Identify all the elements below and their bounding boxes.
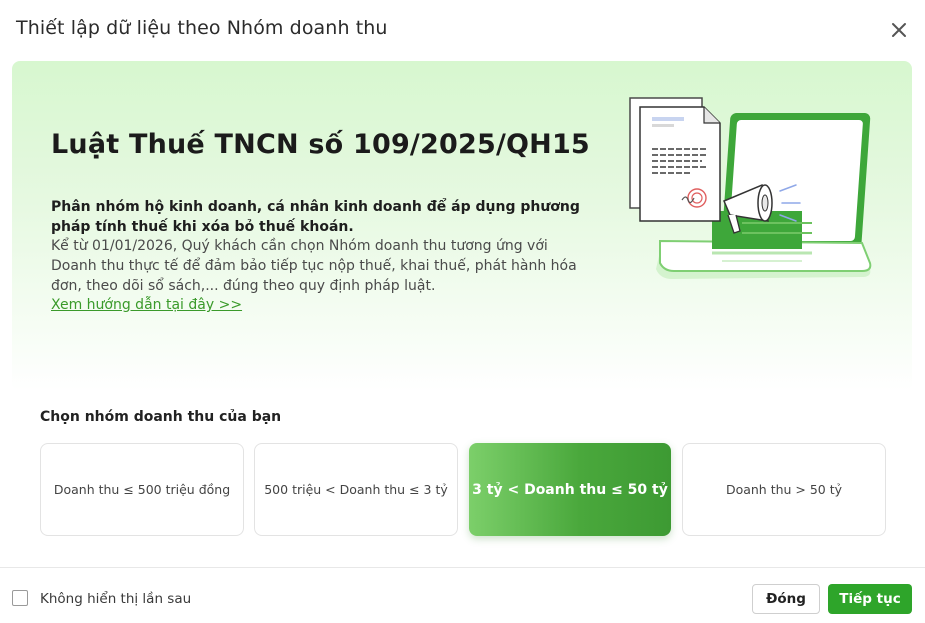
dialog-header: Thiết lập dữ liệu theo Nhóm doanh thu: [0, 0, 925, 60]
dialog-title: Thiết lập dữ liệu theo Nhóm doanh thu: [16, 17, 388, 39]
footer-divider: [0, 567, 925, 568]
close-icon[interactable]: [887, 18, 911, 42]
close-button[interactable]: Đóng: [752, 584, 820, 614]
banner-description-bold: Phân nhóm hộ kinh doanh, cá nhân kinh do…: [51, 199, 580, 235]
revenue-option-3[interactable]: 3 tỷ < Doanh thu ≤ 50 tỷ: [469, 443, 671, 536]
dont-show-checkbox[interactable]: [12, 590, 28, 606]
revenue-option-label: 500 triệu < Doanh thu ≤ 3 tỷ: [264, 482, 448, 497]
dont-show-label: Không hiển thị lần sau: [40, 591, 192, 607]
revenue-option-label: Doanh thu ≤ 500 triệu đồng: [53, 482, 231, 497]
continue-button[interactable]: Tiếp tục: [828, 584, 912, 614]
revenue-group-label: Chọn nhóm doanh thu của bạn: [40, 409, 282, 425]
laptop-document-megaphone-illustration: [612, 93, 874, 293]
revenue-option-1[interactable]: Doanh thu ≤ 500 triệu đồng: [40, 443, 244, 536]
law-banner: Luật Thuế TNCN số 109/2025/QH15 Phân nhó…: [12, 61, 912, 391]
revenue-group-options: Doanh thu ≤ 500 triệu đồng 500 triệu < D…: [40, 443, 886, 536]
guide-link[interactable]: Xem hướng dẫn tại đây >>: [51, 297, 242, 313]
law-title: Luật Thuế TNCN số 109/2025/QH15: [51, 129, 590, 160]
revenue-option-label: Doanh thu > 50 tỷ: [725, 482, 843, 497]
revenue-group-dialog: Thiết lập dữ liệu theo Nhóm doanh thu Lu…: [0, 0, 925, 623]
revenue-option-2[interactable]: 500 triệu < Doanh thu ≤ 3 tỷ: [254, 443, 458, 536]
banner-description: Kể từ 01/01/2026, Quý khách cần chọn Nhó…: [51, 238, 577, 294]
revenue-option-4[interactable]: Doanh thu > 50 tỷ: [682, 443, 886, 536]
revenue-option-label: 3 tỷ < Doanh thu ≤ 50 tỷ: [472, 481, 668, 498]
